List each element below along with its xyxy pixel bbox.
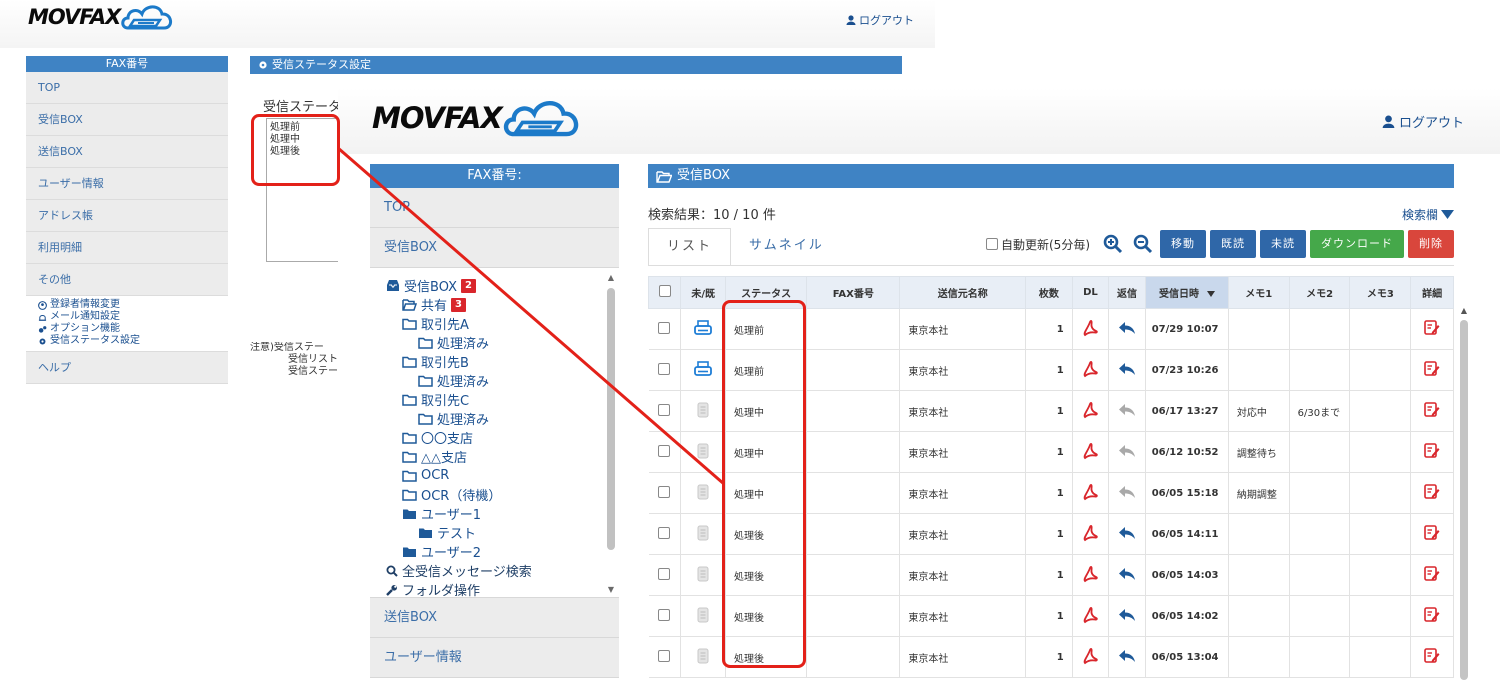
annotation-arrow (337, 146, 725, 486)
